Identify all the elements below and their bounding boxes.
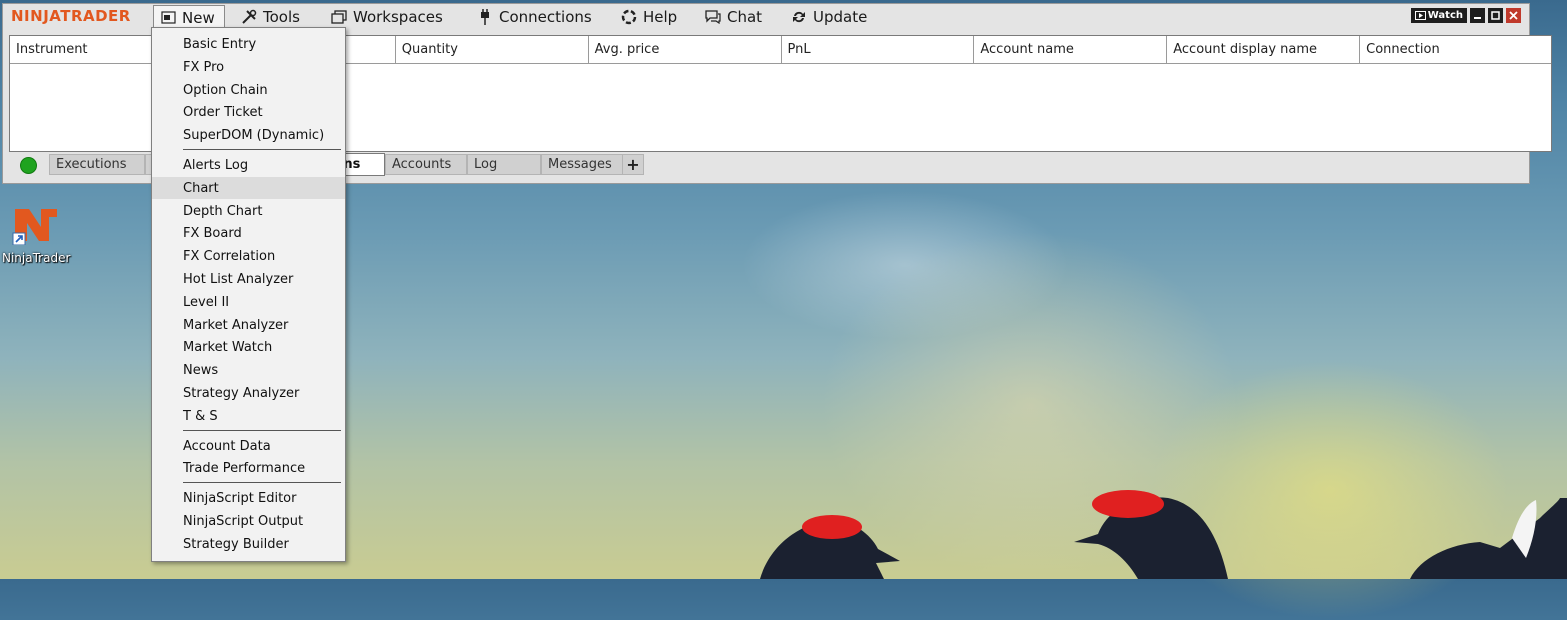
refresh-icon xyxy=(791,9,807,25)
new-menu-item[interactable]: Alerts Log xyxy=(152,154,345,176)
menu-workspaces[interactable]: Workspaces xyxy=(325,5,449,29)
add-tab-button[interactable]: + xyxy=(622,154,644,175)
lifebuoy-icon xyxy=(621,9,637,25)
menu-tools[interactable]: Tools xyxy=(235,5,306,29)
wallpaper-bird xyxy=(1410,498,1567,579)
tab-executions[interactable]: Executions xyxy=(49,154,145,175)
desktop-shortcut-ninjatrader[interactable]: NinjaTrader xyxy=(2,205,71,265)
column-header[interactable]: Avg. price xyxy=(589,36,782,63)
column-header[interactable]: Quantity xyxy=(396,36,589,63)
new-menu-item[interactable]: News xyxy=(152,359,345,381)
menu-connections[interactable]: Connections xyxy=(471,5,598,29)
menu-update[interactable]: Update xyxy=(785,5,873,29)
close-icon xyxy=(1509,11,1518,20)
watch-label: Watch xyxy=(1427,10,1463,21)
tab-accounts[interactable]: Accounts xyxy=(385,154,467,175)
tab-log[interactable]: Log xyxy=(467,154,541,175)
column-header[interactable]: Connection xyxy=(1360,36,1551,63)
minimize-button[interactable] xyxy=(1470,8,1485,23)
new-menu-item[interactable]: SuperDOM (Dynamic) xyxy=(152,124,345,146)
menu-help-label: Help xyxy=(643,8,678,26)
tab-messages[interactable]: Messages xyxy=(541,154,623,175)
new-menu-item[interactable]: Order Ticket xyxy=(152,101,345,123)
wallpaper-bird xyxy=(1074,490,1228,579)
menu-update-label: Update xyxy=(813,8,868,26)
connection-status-icon xyxy=(20,157,37,174)
new-menu-item[interactable]: Strategy Builder xyxy=(152,533,345,555)
menu-chat-label: Chat xyxy=(727,8,763,26)
chat-icon xyxy=(705,9,721,25)
wallpaper-bird xyxy=(760,515,900,579)
workspaces-icon xyxy=(331,9,347,25)
play-icon xyxy=(1414,11,1426,20)
new-menu-item[interactable]: NinjaScript Editor xyxy=(152,487,345,509)
menu-new-label: New xyxy=(182,8,215,27)
maximize-icon xyxy=(1491,11,1500,20)
new-menu-item[interactable]: Level II xyxy=(152,291,345,313)
menu-help[interactable]: Help xyxy=(615,5,683,29)
new-menu-item[interactable]: NinjaScript Output xyxy=(152,510,345,532)
desktop-shortcut-label: NinjaTrader xyxy=(2,251,71,265)
menu-chat[interactable]: Chat xyxy=(699,5,768,29)
new-menu-dropdown: Basic Entry FX Pro Option Chain Order Ticke… xyxy=(151,27,346,562)
column-header[interactable]: Account name xyxy=(974,36,1168,63)
menu-separator xyxy=(183,430,341,431)
new-menu-item[interactable]: Basic Entry xyxy=(152,33,345,55)
maximize-button[interactable] xyxy=(1488,8,1503,23)
new-menu-item[interactable]: Depth Chart xyxy=(152,200,345,222)
new-menu-item[interactable]: Market Watch xyxy=(152,336,345,358)
new-menu-item[interactable]: Market Analyzer xyxy=(152,314,345,336)
new-menu-item[interactable]: Option Chain xyxy=(152,79,345,101)
ninjatrader-logo-icon xyxy=(12,209,57,246)
menu-workspaces-label: Workspaces xyxy=(353,8,443,26)
menu-new[interactable]: New xyxy=(153,5,225,29)
minimize-icon xyxy=(1474,17,1481,19)
watch-button[interactable]: Watch xyxy=(1410,8,1467,23)
menu-connections-label: Connections xyxy=(499,8,592,26)
column-header[interactable]: Account display name xyxy=(1167,36,1361,63)
menu-tools-label: Tools xyxy=(263,8,300,26)
new-menu-item[interactable]: FX Board xyxy=(152,222,345,244)
new-window-icon xyxy=(160,10,176,26)
column-header[interactable]: PnL xyxy=(782,36,975,63)
menu-separator xyxy=(183,482,341,483)
new-menu-item[interactable]: Account Data xyxy=(152,435,345,457)
tools-icon xyxy=(241,9,257,25)
new-menu-item[interactable]: T & S xyxy=(152,405,345,427)
app-logo: NINJATRADER xyxy=(11,7,131,25)
plug-icon xyxy=(477,9,493,25)
new-menu-item[interactable]: FX Correlation xyxy=(152,245,345,267)
new-menu-item[interactable]: Trade Performance xyxy=(152,457,345,479)
new-menu-item[interactable]: FX Pro xyxy=(152,56,345,78)
window-controls: Watch xyxy=(1410,8,1521,23)
new-menu-item[interactable]: Strategy Analyzer xyxy=(152,382,345,404)
tab-bar: Executions O ions Accounts Log Messages … xyxy=(9,153,709,176)
new-menu-item[interactable]: Chart xyxy=(152,177,345,199)
menu-separator xyxy=(183,149,341,150)
new-menu-item[interactable]: Hot List Analyzer xyxy=(152,268,345,290)
close-button[interactable] xyxy=(1506,8,1521,23)
